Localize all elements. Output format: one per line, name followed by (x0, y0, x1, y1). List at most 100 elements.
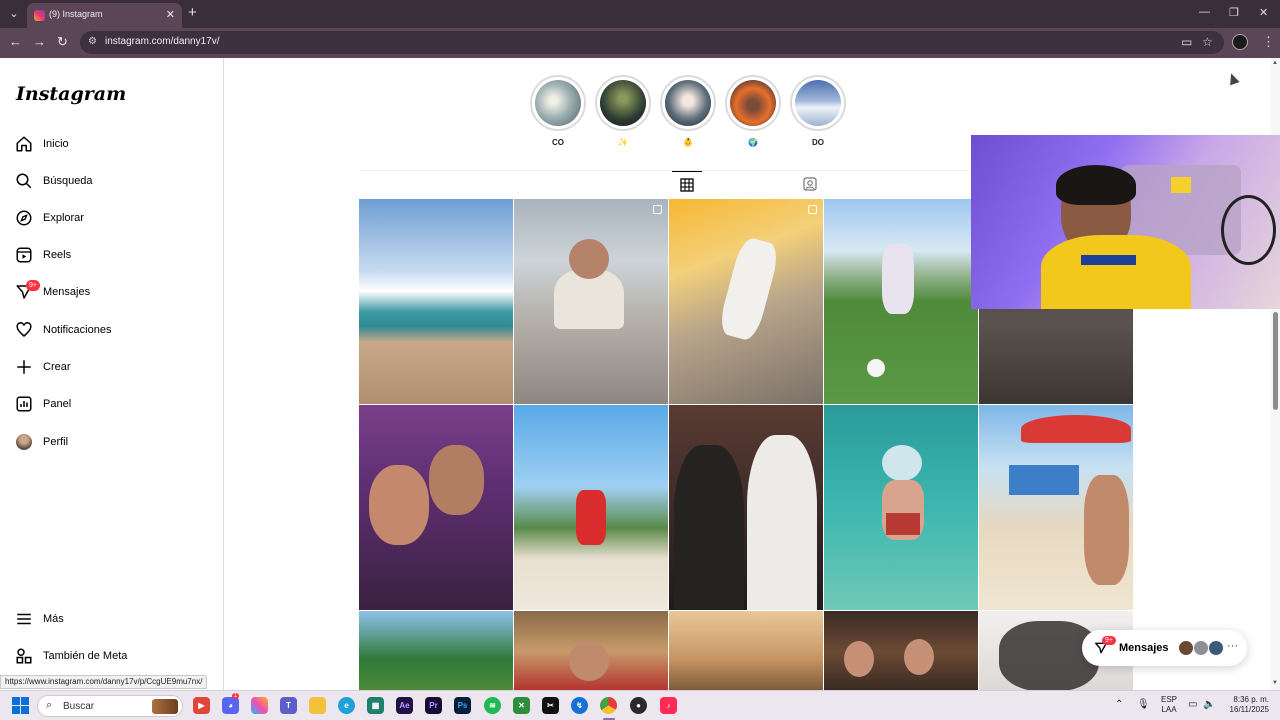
sidebar-item-explorar[interactable]: Explorar (14, 205, 214, 231)
scroll-up-icon[interactable]: ▲ (1272, 60, 1278, 66)
story-image (795, 80, 841, 126)
address-bar[interactable]: ⚙ instagram.com/danny17v/ ▭ ☆ (80, 31, 1224, 54)
heart-icon (14, 320, 34, 340)
tiktok-icon[interactable]: ♪ (660, 697, 677, 714)
spotify-icon[interactable]: ≋ (484, 697, 501, 714)
restore-icon[interactable]: ❐ (1229, 6, 1239, 19)
post-thumbnail[interactable] (669, 611, 823, 690)
windows-start-icon[interactable] (12, 697, 29, 714)
story-ring (595, 75, 651, 131)
post-thumbnail[interactable] (669, 199, 823, 404)
forward-icon[interactable]: → (33, 35, 46, 49)
story-ring (660, 75, 716, 131)
post-thumbnail[interactable] (514, 199, 668, 404)
back-icon[interactable]: ← (9, 35, 22, 49)
url-text[interactable]: instagram.com/danny17v/ (105, 36, 220, 47)
network-icon[interactable]: ▭ (1188, 699, 1197, 710)
post-thumbnail[interactable] (824, 405, 978, 610)
minimize-icon[interactable]: — (1199, 6, 1210, 18)
sidebar-item-mas[interactable]: Más (14, 606, 214, 632)
story-highlight[interactable]: DO (790, 75, 846, 153)
post-thumbnail[interactable] (669, 405, 823, 610)
language-indicator[interactable]: ESP LAA (1161, 695, 1177, 715)
bookmark-star-icon[interactable]: ☆ (1202, 35, 1213, 49)
profile-avatar-icon[interactable] (1232, 34, 1248, 50)
photoshop-icon[interactable]: Ps (454, 697, 471, 714)
file-explorer-icon[interactable] (309, 697, 326, 714)
story-image (535, 80, 581, 126)
grid-icon (680, 178, 694, 192)
story-ring (725, 75, 781, 131)
xbox-icon[interactable]: ✕ (513, 697, 530, 714)
after-effects-icon[interactable]: Ae (396, 697, 413, 714)
scroll-down-icon[interactable]: ▼ (1272, 680, 1278, 686)
tray-expand-icon[interactable]: ⌃ (1115, 699, 1123, 710)
post-thumbnail[interactable] (979, 405, 1133, 610)
discord-icon[interactable]: ◕ (222, 697, 239, 714)
tab-posts[interactable] (672, 171, 702, 199)
edge-icon[interactable]: e (338, 697, 355, 714)
sidebar-item-reels[interactable]: Reels (14, 242, 214, 268)
browser-tab[interactable]: (9) Instagram ✕ (27, 3, 182, 28)
close-window-icon[interactable]: ✕ (1259, 6, 1268, 19)
store-icon[interactable]: ▦ (367, 697, 384, 714)
search-icon (14, 171, 34, 191)
avatar (1193, 640, 1209, 656)
sidebar-item-mensajes[interactable]: 9+ Mensajes (14, 279, 214, 305)
premiere-icon[interactable]: Pr (425, 697, 442, 714)
post-thumbnail[interactable] (514, 405, 668, 610)
post-thumbnail[interactable] (359, 405, 513, 610)
taskbar-clock[interactable]: 8:36 p. m. 16/11/2025 (1221, 695, 1269, 715)
teams-icon[interactable]: T (280, 697, 297, 714)
messenger-app-icon[interactable]: ↯ (571, 697, 588, 714)
browser-menu-icon[interactable]: ⋮ (1262, 34, 1275, 50)
avatar (1178, 640, 1194, 656)
tab-title: (9) Instagram (49, 9, 103, 19)
browser-toolbar: ← → ↻ ⚙ instagram.com/danny17v/ ▭ ☆ ⋮ (0, 28, 1280, 58)
messages-badge: 9+ (1102, 636, 1116, 645)
story-highlight[interactable]: 🌍 (725, 75, 781, 153)
post-thumbnail[interactable] (359, 199, 513, 404)
close-tab-icon[interactable]: ✕ (166, 8, 175, 21)
post-thumbnail[interactable] (824, 199, 978, 404)
language-region: LAA (1161, 705, 1177, 714)
taskbar: ⌕ Buscar ▶ ◕ 1 T e ▦ Ae Pr Ps ≋ ✕ ✂ ↯ ● … (0, 690, 1280, 720)
reels-icon (14, 245, 34, 265)
tagged-icon[interactable] (803, 177, 817, 191)
story-highlight[interactable]: ✨ (595, 75, 651, 153)
copilot-icon[interactable] (251, 697, 268, 714)
chart-icon (14, 394, 34, 414)
app-icon[interactable]: ▶ (193, 697, 210, 714)
chrome-icon[interactable] (600, 697, 617, 714)
tab-search-icon[interactable]: ⌄ (6, 6, 22, 22)
microphone-icon[interactable]: 🎙 (1137, 699, 1150, 710)
volume-icon[interactable]: 🔈 (1203, 699, 1215, 710)
sidebar-item-notificaciones[interactable]: Notificaciones (14, 317, 214, 343)
instagram-logo[interactable]: Instagram (16, 83, 126, 105)
capcut-icon[interactable]: ✂ (542, 697, 559, 714)
post-thumbnail[interactable] (824, 611, 978, 690)
story-highlight[interactable]: 👶 (660, 75, 716, 153)
story-highlight[interactable]: CO (530, 75, 586, 153)
new-tab-button[interactable]: + (188, 5, 197, 21)
post-thumbnail[interactable] (514, 611, 668, 690)
site-info-icon[interactable]: ⚙ (88, 36, 97, 47)
story-label: 👶 (683, 138, 693, 147)
scroll-thumb[interactable] (1273, 312, 1278, 410)
sidebar-item-tambien-de-meta[interactable]: También de Meta (14, 643, 214, 669)
story-label: ✨ (618, 138, 628, 147)
sidebar-item-crear[interactable]: Crear (14, 354, 214, 380)
sidebar-item-panel[interactable]: Panel (14, 391, 214, 417)
post-thumbnail[interactable] (359, 611, 513, 690)
obs-icon[interactable]: ● (630, 697, 647, 714)
avatar (16, 434, 32, 450)
taskbar-search[interactable]: ⌕ Buscar (37, 695, 183, 717)
reload-icon[interactable]: ↻ (57, 35, 68, 49)
story-ring (790, 75, 846, 131)
webcam-overlay (971, 135, 1280, 309)
sidebar-item-busqueda[interactable]: Búsqueda (14, 168, 214, 194)
sidebar-item-inicio[interactable]: Inicio (14, 131, 214, 157)
install-app-icon[interactable]: ▭ (1181, 35, 1192, 49)
messages-floating-button[interactable]: 9+ Mensajes ··· (1082, 630, 1247, 666)
sidebar-item-perfil[interactable]: Perfil (14, 429, 214, 455)
